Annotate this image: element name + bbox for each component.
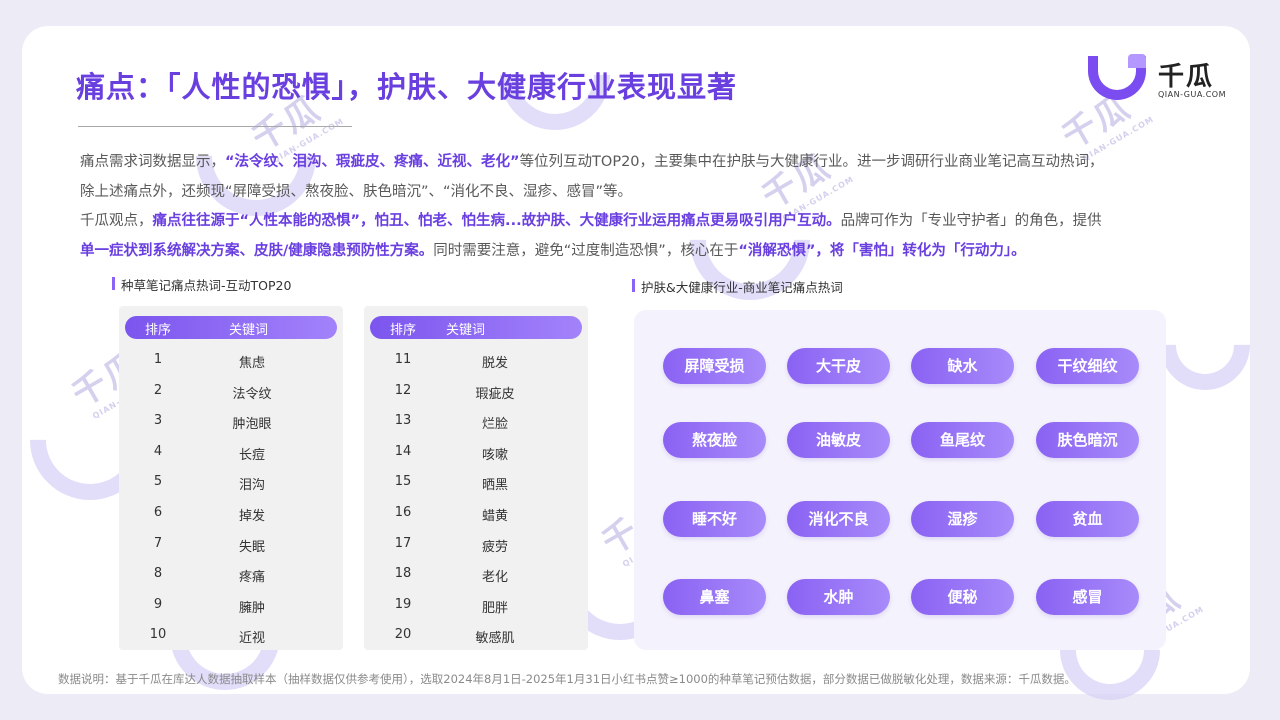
keyword-cell: 法令纹 xyxy=(232,386,272,402)
keyword-tag: 肤色暗沉 xyxy=(1036,422,1139,458)
table-row: 12 瑕疵皮 xyxy=(364,377,588,407)
rank-cell: 11 xyxy=(394,352,412,367)
keyword-cell: 泪沟 xyxy=(238,478,266,494)
rank-cell: 13 xyxy=(394,413,412,429)
table-row: 8 疼痛 xyxy=(119,560,343,590)
keyword-tag: 干纹细纹 xyxy=(1036,348,1139,384)
rank-cell: 7 xyxy=(153,535,163,551)
keyword-tag: 湿疹 xyxy=(911,501,1014,537)
keyword-cell: 臃肿 xyxy=(238,600,266,616)
keyword-tag: 便秘 xyxy=(911,579,1014,615)
header-keyword: 关键词 xyxy=(229,323,269,338)
keyword-cell: 晒黑 xyxy=(481,478,509,494)
table-row: 6 掉发 xyxy=(119,499,343,529)
header-rank: 排序 xyxy=(390,323,417,338)
logo-url: QIAN-GUA.COM xyxy=(1158,90,1227,99)
table-row: 3 肿泡眼 xyxy=(119,407,343,437)
keyword-tag: 消化不良 xyxy=(787,501,890,537)
keyword-cell: 蜡黄 xyxy=(481,509,509,524)
keyword-cell: 疲劳 xyxy=(481,539,509,555)
table-row: 9 臃肿 xyxy=(119,591,343,621)
keyword-tag: 贫血 xyxy=(1036,501,1139,537)
keyword-tag: 屏障受损 xyxy=(663,348,766,384)
keyword-tag: 缺水 xyxy=(911,348,1014,384)
keyword-cell: 长痘 xyxy=(238,447,266,463)
keyword-tag: 熬夜脸 xyxy=(663,422,766,458)
table-row: 19 肥胖 xyxy=(364,591,588,621)
rank-cell: 9 xyxy=(153,596,163,612)
table-row: 11 脱发 xyxy=(364,346,588,376)
logo-mark-icon xyxy=(1088,54,1146,100)
table-row: 14 咳嗽 xyxy=(364,438,588,468)
keyword-cell: 脱发 xyxy=(481,356,509,371)
logo-name: 千瓜 xyxy=(1158,62,1215,92)
table-row: 4 长痘 xyxy=(119,438,343,468)
table-row: 2 法令纹 xyxy=(119,377,343,407)
table-row: 17 疲劳 xyxy=(364,530,588,560)
keyword-tag: 睡不好 xyxy=(663,501,766,537)
summary-line-2: 除上述痛点外，还频现“屏障受损、熬夜脸、肤色暗沉”、“消化不良、湿疹、感冒”等。 xyxy=(80,183,633,200)
keyword-tag: 鼻塞 xyxy=(663,579,766,615)
keyword-tag: 感冒 xyxy=(1036,579,1139,615)
rank-cell: 5 xyxy=(153,474,163,490)
table-row: 15 晒黑 xyxy=(364,468,588,498)
table-row: 1 焦虑 xyxy=(119,346,343,376)
summary-line-4: 单一症状到系统解决方案、皮肤/健康隐患预防性方案。同时需要注意，避免“过度制造恐… xyxy=(80,242,1026,259)
keyword-cell: 肿泡眼 xyxy=(232,417,272,433)
keyword-cell: 敏感肌 xyxy=(475,631,515,647)
rank-cell: 8 xyxy=(153,566,163,582)
rank-cell: 20 xyxy=(394,627,412,643)
keyword-cell: 肥胖 xyxy=(481,600,509,616)
keyword-cell: 失眠 xyxy=(238,539,266,555)
table-row: 20 敏感肌 xyxy=(364,621,588,651)
top20-table-right: 排序 关键词 11 脱发 12 瑕疵皮 13 烂脸 14 咳嗽 15 晒黑 16 蜡黄 17 疲劳 18 老化… xyxy=(364,306,588,650)
keyword-tag: 水肿 xyxy=(787,579,890,615)
keyword-cell: 瑕疵皮 xyxy=(475,386,515,402)
keyword-cell: 咳嗽 xyxy=(481,447,509,463)
keyword-cell: 疼痛 xyxy=(238,570,266,586)
keyword-tag: 油敏皮 xyxy=(787,422,890,458)
keyword-tag-cloud: 屏障受损 大干皮 缺水 干纹细纹熬夜脸 油敏皮 鱼尾纹 肤色暗沉睡不好 消化不良 湿疹 贫血鼻塞水… xyxy=(634,310,1166,650)
rank-cell: 18 xyxy=(394,566,412,582)
table-row: 10 近视 xyxy=(119,621,343,651)
rank-cell: 3 xyxy=(153,413,163,429)
table-row: 16 蜡黄 xyxy=(364,499,588,529)
keyword-tag: 大干皮 xyxy=(787,348,890,384)
header-keyword: 关键词 xyxy=(446,323,486,338)
summary-line-3: 千瓜观点，痛点往往源于“人性本能的恐惧”，怕丑、怕老、怕生病...故护肤、大健康… xyxy=(80,213,1102,229)
rank-cell: 2 xyxy=(153,382,163,398)
rank-cell: 12 xyxy=(394,382,412,398)
rank-cell: 10 xyxy=(149,627,167,643)
table-row: 13 烂脸 xyxy=(364,407,588,437)
rank-cell: 15 xyxy=(394,474,412,490)
rank-cell: 6 xyxy=(153,505,163,520)
summary-line-1: 痛点需求词数据显示，“法令纹、泪沟、瑕疵皮、疼痛、近视、老化”等位列互动TOP2… xyxy=(80,154,1104,170)
title-divider xyxy=(78,126,352,127)
rank-cell: 4 xyxy=(153,443,163,459)
top20-table-left: 排序 关键词 1 焦虑 2 法令纹 3 肿泡眼 4 长痘 5 泪沟 6 掉发 7 失眠 8 疼痛 9 臃肿 10 近视 xyxy=(119,306,343,650)
right-section-label: 护肤&大健康行业-商业笔记痛点热词 xyxy=(632,277,843,296)
rank-cell: 14 xyxy=(394,443,412,459)
keyword-tag: 鱼尾纹 xyxy=(911,422,1014,458)
page-title: 痛点：「人性的恐惧」，护肤、大健康行业表现显著 xyxy=(76,70,738,104)
rank-cell: 16 xyxy=(394,505,412,520)
data-note: 数据说明：基于千瓜在库达人数据抽取样本（抽样数据仅供参考使用），选取2024年8… xyxy=(58,672,1076,686)
keyword-cell: 近视 xyxy=(238,631,266,647)
rank-cell: 1 xyxy=(153,352,163,367)
rank-cell: 19 xyxy=(394,596,412,612)
table-row: 5 泪沟 xyxy=(119,468,343,498)
keyword-cell: 焦虑 xyxy=(238,356,266,371)
keyword-cell: 老化 xyxy=(481,570,509,586)
header-rank: 排序 xyxy=(145,323,172,338)
keyword-cell: 掉发 xyxy=(238,509,266,524)
table-row: 18 老化 xyxy=(364,560,588,590)
table-header: 排序 关键词 xyxy=(125,316,337,339)
left-section-label: 种草笔记痛点热词-互动TOP20 xyxy=(112,275,291,294)
rank-cell: 17 xyxy=(394,535,412,551)
table-row: 7 失眠 xyxy=(119,530,343,560)
summary-paragraph: 痛点需求词数据显示，“法令纹、泪沟、瑕疵皮、疼痛、近视、老化”等位列互动TOP2… xyxy=(80,148,1230,266)
keyword-cell: 烂脸 xyxy=(481,417,509,433)
table-header: 排序 关键词 xyxy=(370,316,582,339)
qiangua-logo: 千瓜 QIAN-GUA.COM xyxy=(1086,54,1236,102)
